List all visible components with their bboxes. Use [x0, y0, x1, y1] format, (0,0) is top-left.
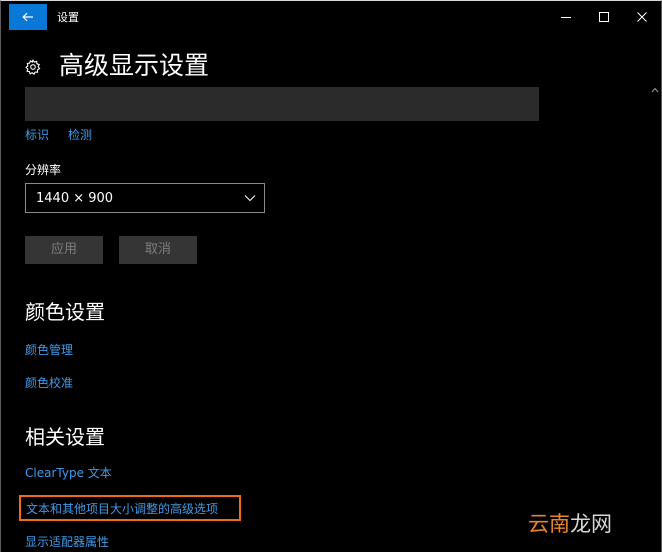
- minimize-button[interactable]: [549, 5, 583, 29]
- color-settings-title: 颜色设置: [25, 300, 105, 324]
- maximize-icon: [599, 12, 609, 22]
- settings-window: 设置 高级显示设置 标识 检测 分辨率 1440 × 900 应用 取消 颜色设…: [0, 0, 662, 552]
- related-settings-title: 相关设置: [25, 425, 105, 449]
- watermark: 云南龙网: [528, 511, 612, 537]
- minimize-icon: [561, 17, 571, 18]
- resolution-value: 1440 × 900: [36, 191, 114, 206]
- chevron-down-icon: [244, 195, 256, 202]
- apply-button[interactable]: 应用: [25, 236, 103, 264]
- watermark-part2: 龙网: [570, 512, 612, 536]
- advanced-sizing-link[interactable]: 文本和其他项目大小调整的高级选项: [26, 501, 218, 517]
- app-title: 设置: [57, 11, 79, 24]
- detect-link[interactable]: 检测: [68, 127, 92, 143]
- monitor-preview[interactable]: [25, 87, 539, 121]
- cleartype-text-link[interactable]: ClearType 文本: [25, 465, 112, 481]
- resolution-dropdown[interactable]: 1440 × 900: [25, 183, 265, 213]
- scroll-up-arrow-icon[interactable]: [651, 86, 659, 94]
- maximize-button[interactable]: [587, 5, 621, 29]
- display-adapter-properties-link[interactable]: 显示适配器属性: [25, 534, 109, 550]
- close-button[interactable]: [625, 5, 659, 29]
- color-calibration-link[interactable]: 颜色校准: [25, 375, 73, 391]
- cancel-button[interactable]: 取消: [119, 236, 197, 264]
- title-bar: 设置: [1, 1, 661, 31]
- page-title: 高级显示设置: [59, 51, 210, 80]
- color-management-link[interactable]: 颜色管理: [25, 342, 73, 358]
- back-button[interactable]: [9, 4, 47, 30]
- watermark-part1: 云南: [528, 512, 570, 536]
- back-arrow-icon: [22, 12, 33, 22]
- identify-link[interactable]: 标识: [25, 127, 49, 143]
- gear-icon: [25, 59, 41, 75]
- resolution-label: 分辨率: [25, 163, 62, 177]
- close-icon: [637, 12, 647, 22]
